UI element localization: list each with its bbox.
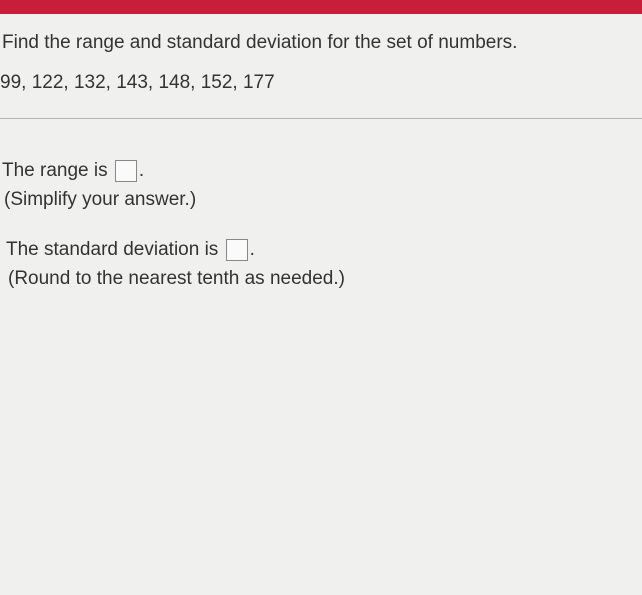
range-answer-line: The range is . bbox=[2, 157, 642, 186]
app-header-bar bbox=[0, 0, 642, 14]
stddev-hint: (Round to the nearest tenth as needed.) bbox=[6, 265, 642, 294]
question-data: 99, 122, 132, 143, 148, 152, 177 bbox=[0, 72, 634, 94]
stddev-answer-line: The standard deviation is . bbox=[6, 236, 642, 265]
range-label-post: . bbox=[139, 160, 144, 181]
stddev-answer-block: The standard deviation is . (Round to th… bbox=[0, 236, 642, 293]
question-content: Find the range and standard deviation fo… bbox=[0, 14, 642, 293]
question-section: Find the range and standard deviation fo… bbox=[0, 32, 642, 94]
range-hint: (Simplify your answer.) bbox=[2, 186, 642, 215]
question-prompt: Find the range and standard deviation fo… bbox=[0, 32, 634, 54]
section-divider bbox=[0, 118, 642, 119]
stddev-input[interactable] bbox=[226, 239, 248, 261]
range-label-pre: The range is bbox=[2, 160, 113, 181]
stddev-label-post: . bbox=[250, 239, 255, 260]
stddev-label-pre: The standard deviation is bbox=[6, 239, 224, 260]
range-input[interactable] bbox=[115, 160, 137, 182]
range-answer-block: The range is . (Simplify your answer.) bbox=[0, 157, 642, 214]
